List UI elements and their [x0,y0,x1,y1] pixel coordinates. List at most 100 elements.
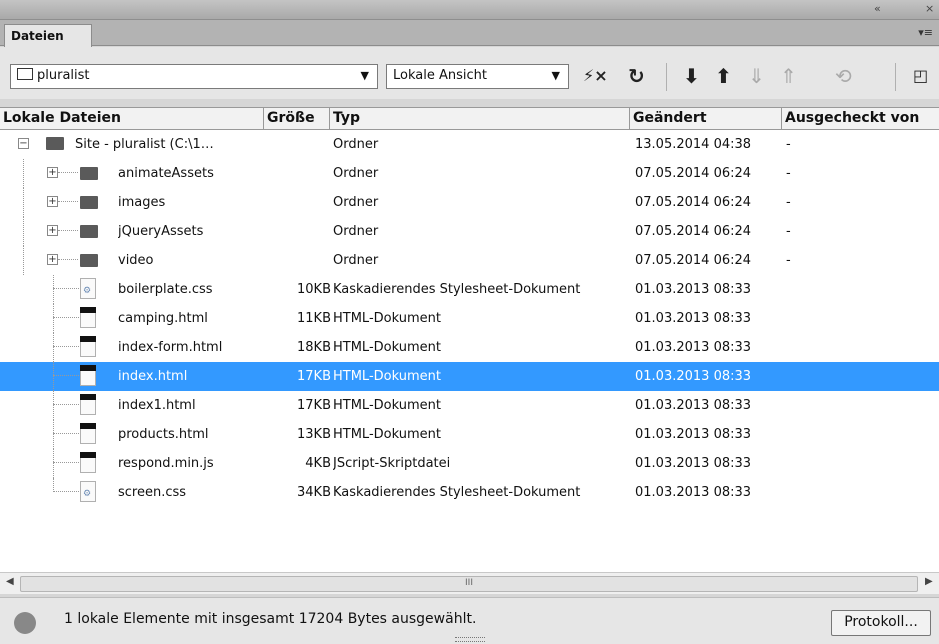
file-checked-out: - [786,166,791,181]
file-modified: 01.03.2013 08:33 [635,369,752,384]
file-size: 34KB [297,485,331,500]
site-status-icon [14,612,36,634]
site-select[interactable]: pluralist ▼ [10,64,378,89]
resize-grip[interactable] [455,637,485,642]
tree-line [23,159,24,188]
tree-line [53,449,54,478]
folder-row[interactable]: + images Ordner 07.05.2014 06:24 - [0,188,939,217]
tree-line [53,478,54,492]
scroll-right-icon[interactable]: ▶ [925,576,933,587]
html-file-icon [80,365,96,386]
folder-row[interactable]: + animateAssets Ordner 07.05.2014 06:24 - [0,159,939,188]
view-select[interactable]: Lokale Ansicht ▼ [386,64,569,89]
close-icon[interactable]: × [925,2,934,15]
folder-icon [80,196,98,209]
file-name: animateAssets [118,166,214,181]
file-list: Lokale Dateien Größe Typ Geändert Ausgec… [0,107,939,572]
folder-icon [80,167,98,180]
tree-line [23,188,24,217]
site-select-value: pluralist [37,68,90,83]
file-checked-out: - [786,253,791,268]
refresh-icon[interactable]: ↻ [628,65,645,87]
scrollbar-thumb[interactable]: III [20,576,918,592]
file-size: 13KB [297,427,331,442]
column-header-checked-out[interactable]: Ausgecheckt von [782,108,939,130]
checkin-icon[interactable]: ⇑ [780,65,797,87]
connect-icon[interactable]: ⚡× [583,65,608,87]
html-file-icon [80,394,96,415]
column-header-date[interactable]: Geändert [630,108,782,130]
file-name: screen.css [118,485,187,500]
horizontal-scrollbar[interactable]: ◀ III ▶ [0,572,939,594]
collapse-icon[interactable]: « [874,2,881,15]
file-row[interactable]: ⚙ boilerplate.css 10KB Kaskadierendes Style… [0,275,939,304]
checkout-icon[interactable]: ⇓ [748,65,765,87]
file-row[interactable]: camping.html 11KB HTML-Dokument 01.03.2013 … [0,304,939,333]
file-row[interactable]: index1.html 17KB HTML-Dokument 01.03.2013 0… [0,391,939,420]
file-name: index-form.html [118,340,223,355]
tree-line [58,201,78,202]
put-files-icon[interactable]: ⬆ [715,65,732,87]
file-row[interactable]: products.html 13KB HTML-Dokument 01.03.2013… [0,420,939,449]
expand-tree-icon[interactable]: + [47,254,58,265]
file-type: Ordner [333,253,379,268]
folder-icon [80,225,98,238]
collapse-tree-icon[interactable]: − [18,138,29,149]
tree-line [53,404,79,405]
sync-icon[interactable]: ⟲ [835,65,852,87]
expand-tree-icon[interactable]: + [47,225,58,236]
tree-line [53,288,79,289]
file-row[interactable]: respond.min.js 4KB JScript-Skriptdatei 01.0… [0,449,939,478]
file-type: HTML-Dokument [333,398,441,413]
file-modified: 07.05.2014 06:24 [635,195,752,210]
expand-tree-icon[interactable]: + [47,196,58,207]
file-modified: 07.05.2014 06:24 [635,253,752,268]
file-name: jQueryAssets [118,224,204,239]
file-name: respond.min.js [118,456,214,471]
file-name: camping.html [118,311,208,326]
file-name: video [118,253,154,268]
expand-tree-icon[interactable]: + [47,167,58,178]
file-type: Ordner [333,195,379,210]
column-header-size[interactable]: Größe [264,108,330,130]
column-header-name[interactable]: Lokale Dateien [0,108,264,130]
file-row[interactable]: ⚙ screen.css 34KB Kaskadierendes Stylesheet… [0,478,939,507]
expand-icon[interactable]: ◰ [913,65,928,87]
tree-line [23,246,24,275]
file-row[interactable]: index.html 17KB HTML-Dokument 01.03.2013 08… [0,362,939,391]
file-name: boilerplate.css [118,282,213,297]
folder-row[interactable]: + jQueryAssets Ordner 07.05.2014 06:24 - [0,217,939,246]
tree-line [53,317,79,318]
file-modified: 01.03.2013 08:33 [635,282,752,297]
column-header-type[interactable]: Typ [330,108,630,130]
panel-menu-icon[interactable]: ▾≡ [918,26,933,39]
scroll-left-icon[interactable]: ◀ [6,576,14,587]
file-type: Ordner [333,137,379,152]
tree-line [53,346,79,347]
file-modified: 07.05.2014 06:24 [635,224,752,239]
file-size: 17KB [297,369,331,384]
file-type: Kaskadierendes Stylesheet-Dokument [333,485,581,500]
get-files-icon[interactable]: ⬇ [683,65,700,87]
tab-dateien[interactable]: Dateien [4,24,92,47]
toolbar-divider [666,63,667,91]
file-modified: 01.03.2013 08:33 [635,485,752,500]
tree-line [53,275,54,304]
file-type: HTML-Dokument [333,340,441,355]
html-file-icon [80,307,96,328]
file-modified: 13.05.2014 04:38 [635,137,752,152]
folder-icon [80,254,98,267]
chevron-down-icon: ▼ [360,69,369,82]
file-size: 18KB [297,340,331,355]
folder-row[interactable]: + video Ordner 07.05.2014 06:24 - [0,246,939,275]
file-modified: 01.03.2013 08:33 [635,340,752,355]
file-size: 11KB [297,311,331,326]
file-name: Site - pluralist (C:\1… [75,137,214,152]
file-row[interactable]: index-form.html 18KB HTML-Dokument 01.03.20… [0,333,939,362]
file-checked-out: - [786,224,791,239]
file-modified: 01.03.2013 08:33 [635,427,752,442]
file-type: HTML-Dokument [333,311,441,326]
tree-root-row[interactable]: − Site - pluralist (C:\1… Ordner 13.05.2014… [0,130,939,159]
folder-icon [46,137,64,150]
log-button[interactable]: Protokoll... [831,610,931,636]
